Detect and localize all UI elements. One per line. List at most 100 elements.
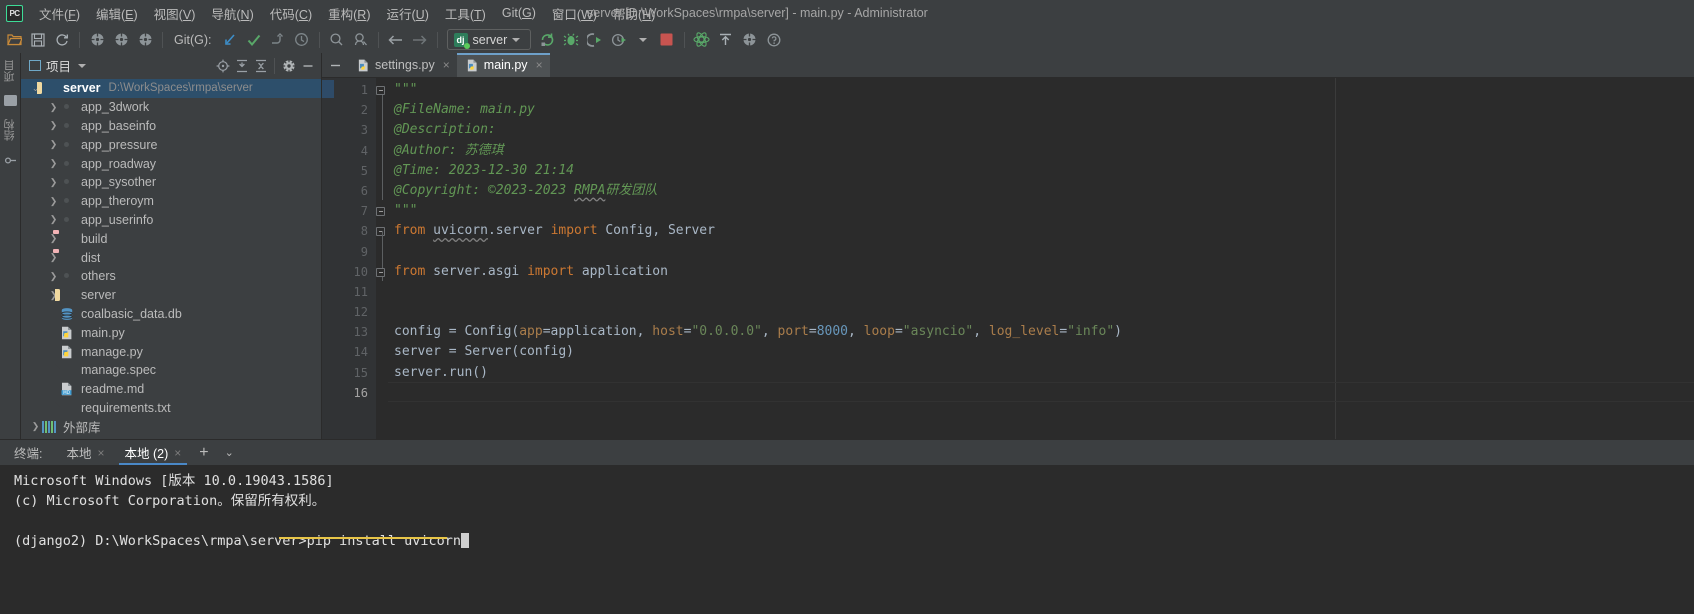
chevron-right-icon[interactable]: ❯ bbox=[47, 252, 60, 263]
menu-git[interactable]: Git(G) bbox=[494, 3, 544, 23]
vcs-commit-icon[interactable] bbox=[109, 29, 133, 51]
git-push-icon[interactable] bbox=[266, 29, 290, 51]
fold-marker-icon[interactable] bbox=[376, 85, 385, 95]
fold-marker-icon[interactable] bbox=[376, 206, 385, 216]
git-label: Git(G): bbox=[174, 32, 212, 47]
chevron-right-icon[interactable]: ❯ bbox=[47, 177, 60, 188]
editor-tab-label: main.py bbox=[483, 58, 528, 72]
open-folder-icon[interactable] bbox=[2, 29, 26, 51]
expand-all-icon[interactable] bbox=[232, 56, 251, 75]
help-icon[interactable] bbox=[762, 29, 786, 51]
tree-item-app_userinfo[interactable]: ❯ app_userinfo bbox=[21, 211, 321, 230]
terminal-prompt-line[interactable]: (django2) D:\WorkSpaces\rmpa\server>pip … bbox=[14, 531, 1694, 551]
chevron-right-icon[interactable]: ❯ bbox=[47, 102, 60, 113]
tool-tab-structure[interactable]: 结构 bbox=[2, 116, 18, 144]
line-number: 4 bbox=[360, 143, 368, 158]
tree-item-app_roadway[interactable]: ❯ app_roadway bbox=[21, 154, 321, 173]
terminal-output[interactable]: Microsoft Windows [版本 10.0.19043.1586] (c… bbox=[0, 465, 1694, 614]
line-number: 15 bbox=[353, 365, 368, 380]
tree-item-readme-md[interactable]: MD readme.md bbox=[21, 380, 321, 399]
python-console-icon[interactable] bbox=[690, 29, 714, 51]
menu-tools[interactable]: 工具(T) bbox=[437, 1, 494, 26]
tree-item-app_pressure[interactable]: ❯ app_pressure bbox=[21, 135, 321, 154]
save-all-icon[interactable] bbox=[26, 29, 50, 51]
close-icon[interactable]: × bbox=[174, 446, 181, 460]
tree-item-manage-py[interactable]: manage.py bbox=[21, 342, 321, 361]
editor-column: settings.py × main.py × 1 2 3 4 5 6 7 8 9 10 11 12 13 14… bbox=[322, 53, 1694, 439]
chevron-right-icon[interactable]: ❯ bbox=[47, 196, 60, 207]
locate-icon[interactable] bbox=[213, 56, 232, 75]
menu-edit[interactable]: 编辑(E) bbox=[88, 1, 146, 26]
editor-tab-main-py[interactable]: main.py × bbox=[456, 53, 550, 77]
chevron-down-icon[interactable] bbox=[78, 63, 87, 68]
back-icon[interactable] bbox=[384, 29, 408, 51]
tree-item-requirements-txt[interactable]: requirements.txt bbox=[21, 399, 321, 418]
favorites-icon[interactable] bbox=[4, 154, 17, 167]
tree-item-app_baseinfo[interactable]: ❯ app_baseinfo bbox=[21, 117, 321, 136]
chevron-right-icon[interactable]: ❯ bbox=[47, 271, 60, 282]
collapse-all-icon[interactable] bbox=[251, 56, 270, 75]
vcs-push-icon[interactable] bbox=[133, 29, 157, 51]
chevron-right-icon[interactable]: ❯ bbox=[29, 421, 42, 432]
tree-item-manage-spec[interactable]: manage.spec bbox=[21, 361, 321, 380]
chevron-right-icon[interactable]: ❯ bbox=[47, 139, 60, 150]
profile-icon[interactable] bbox=[607, 29, 631, 51]
run-configuration-selector[interactable]: dj server bbox=[446, 29, 531, 50]
menu-refactor[interactable]: 重构(R) bbox=[320, 1, 378, 26]
tree-item-server[interactable]: ⌄ server D:\WorkSpaces\rmpa\server bbox=[21, 79, 321, 98]
menu-view[interactable]: 视图(V) bbox=[146, 1, 204, 26]
tree-item-dist[interactable]: ❯ dist bbox=[21, 248, 321, 267]
menu-navigate[interactable]: 导航(N) bbox=[203, 1, 261, 26]
code-content[interactable]: """ @FileName: main.py @Description: @Autho… bbox=[388, 78, 1694, 439]
library-icon bbox=[42, 420, 57, 433]
tool-tab-project[interactable]: 项目 bbox=[2, 57, 18, 85]
terminal-options-chevron-down-icon[interactable]: ⌄ bbox=[217, 440, 242, 465]
git-commit-icon[interactable] bbox=[242, 29, 266, 51]
vcs-update-icon[interactable] bbox=[85, 29, 109, 51]
tree-item-app_theroym[interactable]: ❯ app_theroym bbox=[21, 192, 321, 211]
git-update-icon[interactable] bbox=[218, 29, 242, 51]
run-coverage-icon[interactable] bbox=[583, 29, 607, 51]
debug-icon[interactable] bbox=[559, 29, 583, 51]
chevron-right-icon[interactable]: ❯ bbox=[47, 158, 60, 169]
terminal-tab-----2-[interactable]: 本地 (2) × bbox=[115, 440, 192, 465]
collapse-editor-icon[interactable] bbox=[322, 53, 348, 77]
profile-dropdown-icon[interactable] bbox=[631, 29, 655, 51]
settings-icon[interactable] bbox=[738, 29, 762, 51]
editor-tab-settings-py[interactable]: settings.py × bbox=[348, 53, 457, 77]
search-everywhere-icon[interactable] bbox=[349, 29, 373, 51]
new-terminal-button[interactable]: + bbox=[191, 440, 216, 465]
tree-item-server[interactable]: ❯ server bbox=[21, 286, 321, 305]
tree-item----[interactable]: ❯ 外部库 bbox=[21, 417, 321, 436]
sync-icon[interactable] bbox=[50, 29, 74, 51]
search-icon[interactable] bbox=[325, 29, 349, 51]
tree-item-build[interactable]: ❯ build bbox=[21, 229, 321, 248]
tree-item-app_3dwork[interactable]: ❯ app_3dwork bbox=[21, 98, 321, 117]
close-icon[interactable]: × bbox=[98, 446, 105, 460]
close-icon[interactable]: × bbox=[443, 58, 450, 72]
terminal-tab---[interactable]: 本地 × bbox=[56, 440, 114, 465]
menu-file[interactable]: 文件(F) bbox=[31, 1, 88, 26]
rerun-icon[interactable] bbox=[535, 29, 559, 51]
chevron-right-icon[interactable]: ❯ bbox=[47, 214, 60, 225]
chevron-right-icon[interactable]: ❯ bbox=[47, 233, 60, 244]
tree-item-coalbasic_data-db[interactable]: coalbasic_data.db bbox=[21, 305, 321, 324]
upload-icon[interactable] bbox=[714, 29, 738, 51]
stop-icon[interactable] bbox=[655, 29, 679, 51]
close-icon[interactable]: × bbox=[536, 58, 543, 72]
tree-item-others[interactable]: ❯ others bbox=[21, 267, 321, 286]
menu-run[interactable]: 运行(U) bbox=[378, 1, 436, 26]
fold-marker-icon[interactable] bbox=[376, 226, 385, 236]
tree-item-main-py[interactable]: main.py bbox=[21, 323, 321, 342]
project-tree[interactable]: ⌄ server D:\WorkSpaces\rmpa\server ❯ app_3dw… bbox=[21, 78, 321, 439]
menu-code[interactable]: 代码(C) bbox=[262, 1, 320, 26]
hide-icon[interactable] bbox=[298, 56, 317, 75]
editor-fold-column[interactable] bbox=[376, 78, 388, 439]
line-number: 9 bbox=[360, 244, 368, 259]
forward-icon[interactable] bbox=[408, 29, 432, 51]
gear-icon[interactable] bbox=[279, 56, 298, 75]
fold-marker-icon[interactable] bbox=[376, 267, 385, 277]
git-history-icon[interactable] bbox=[290, 29, 314, 51]
chevron-right-icon[interactable]: ❯ bbox=[47, 120, 60, 131]
tree-item-app_sysother[interactable]: ❯ app_sysother bbox=[21, 173, 321, 192]
